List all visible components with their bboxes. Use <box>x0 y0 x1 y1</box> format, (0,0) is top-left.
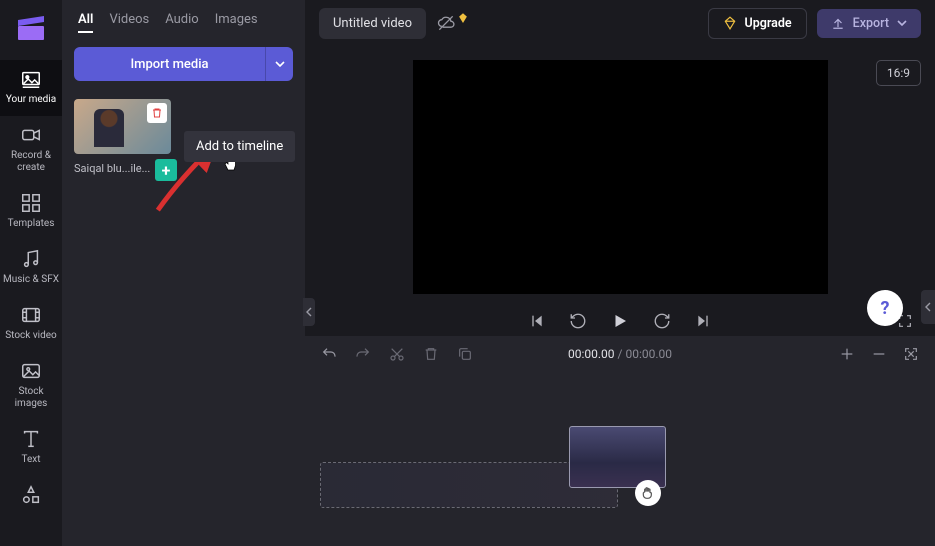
total-time: 00:00.00 <box>625 347 672 361</box>
cloud-off-icon <box>436 13 456 33</box>
skip-back-button[interactable] <box>529 313 545 329</box>
rail-label: Stock video <box>5 330 57 342</box>
plus-icon: + <box>162 161 171 180</box>
tab-videos[interactable]: Videos <box>109 12 149 33</box>
dragging-clip[interactable] <box>569 426 666 488</box>
forward-button[interactable] <box>653 312 671 330</box>
delete-button[interactable] <box>423 346 439 362</box>
topbar: Untitled video Upgrade Export <box>305 0 935 46</box>
chevron-down-icon <box>275 61 285 67</box>
rail-your-media[interactable]: Your media <box>0 60 62 116</box>
redo-button[interactable] <box>355 346 371 362</box>
cut-button[interactable] <box>389 346 405 362</box>
upgrade-button[interactable]: Upgrade <box>708 8 807 39</box>
diamond-icon <box>723 16 737 30</box>
time-display: 00:00.00 / 00:00.00 <box>568 347 672 361</box>
chevron-left-icon <box>306 307 312 317</box>
delete-media-button[interactable] <box>147 103 167 123</box>
grab-cursor-icon <box>635 480 661 506</box>
rail-text[interactable]: Text <box>0 420 62 476</box>
rail-stock-video[interactable]: Stock video <box>0 296 62 352</box>
duplicate-button[interactable] <box>457 346 473 362</box>
current-time: 00:00.00 <box>568 347 615 361</box>
left-rail: Your media Record & create Templates Mus… <box>0 0 62 546</box>
media-tabs: All Videos Audio Images <box>74 12 293 33</box>
playback-controls <box>305 312 935 330</box>
rail-label: Music & SFX <box>3 274 59 286</box>
rail-more[interactable] <box>0 476 62 516</box>
tab-audio[interactable]: Audio <box>165 12 198 33</box>
diamond-icon <box>458 13 468 23</box>
import-media-button[interactable]: Import media <box>74 47 265 81</box>
chevron-left-icon <box>925 302 931 312</box>
add-track-button[interactable] <box>839 346 855 362</box>
rail-templates[interactable]: Templates <box>0 184 62 240</box>
right-collapse-tab[interactable] <box>921 290 935 324</box>
add-to-timeline-tooltip: Add to timeline <box>184 131 295 162</box>
editbar: 00:00.00 / 00:00.00 <box>305 336 935 372</box>
rail-stock-images[interactable]: Stock images <box>0 352 62 420</box>
rewind-button[interactable] <box>569 312 587 330</box>
chevron-down-icon <box>897 20 907 26</box>
skip-forward-button[interactable] <box>695 313 711 329</box>
rail-record-create[interactable]: Record & create <box>0 116 62 184</box>
collapse-panel-tab[interactable] <box>303 298 315 326</box>
main-area: Untitled video Upgrade Export 16:9 <box>305 0 935 546</box>
rail-label: Stock images <box>2 386 60 410</box>
rail-label: Templates <box>8 218 55 230</box>
fit-button[interactable] <box>903 346 919 362</box>
export-label: Export <box>853 16 889 31</box>
undo-button[interactable] <box>321 346 337 362</box>
tab-images[interactable]: Images <box>215 12 258 33</box>
media-thumbnail[interactable]: + Saiqal blu...ile... <box>74 99 171 175</box>
media-panel: All Videos Audio Images Import media + S… <box>62 0 305 546</box>
trash-icon <box>151 107 163 119</box>
rail-music-sfx[interactable]: Music & SFX <box>0 240 62 296</box>
help-button[interactable]: ? <box>867 290 903 326</box>
visibility-toggle[interactable] <box>436 13 468 33</box>
project-title[interactable]: Untitled video <box>319 8 426 39</box>
upload-icon <box>831 16 845 30</box>
import-media-dropdown[interactable] <box>265 47 293 81</box>
upgrade-label: Upgrade <box>745 16 792 31</box>
preview-area: 16:9 <box>305 46 935 336</box>
export-button[interactable]: Export <box>817 9 921 38</box>
video-canvas[interactable] <box>413 60 828 294</box>
add-to-timeline-button[interactable]: + <box>155 159 177 181</box>
rail-label: Record & create <box>2 150 60 174</box>
play-button[interactable] <box>611 312 629 330</box>
zoom-out-button[interactable] <box>871 346 887 362</box>
rail-label: Your media <box>6 94 56 106</box>
app-logo[interactable] <box>11 8 51 48</box>
timeline[interactable] <box>305 372 935 546</box>
question-icon: ? <box>881 298 890 319</box>
tab-all[interactable]: All <box>78 12 93 33</box>
rail-label: Text <box>21 454 40 466</box>
aspect-ratio-button[interactable]: 16:9 <box>876 60 921 86</box>
